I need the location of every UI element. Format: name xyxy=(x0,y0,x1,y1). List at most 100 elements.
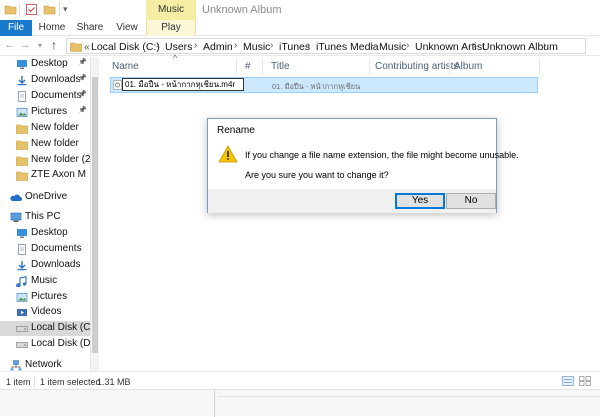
status-bar: 1 item 1 item selected 1.31 MB xyxy=(0,371,600,389)
sidebar-item-label: New folder (2) xyxy=(31,154,94,165)
sidebar-scrollbar[interactable] xyxy=(90,57,99,371)
breadcrumb-separator[interactable]: › xyxy=(370,40,373,51)
breadcrumb-separator[interactable]: › xyxy=(194,40,197,51)
sidebar-item-label: Local Disk (D:) xyxy=(31,338,97,349)
column-divider[interactable] xyxy=(262,59,263,74)
sidebar-item-label: Local Disk (C:) xyxy=(31,322,97,333)
large-icons-view-icon[interactable] xyxy=(579,376,591,389)
selection-size: 1.31 MB xyxy=(97,377,131,387)
column-header-number[interactable]: # xyxy=(245,61,251,72)
network-icon xyxy=(10,360,22,371)
tab-play[interactable]: Play xyxy=(146,20,196,36)
sidebar-item[interactable]: Pictures 📌 xyxy=(0,105,90,120)
breadcrumb-separator[interactable]: › xyxy=(473,40,476,51)
breadcrumb-separator[interactable]: › xyxy=(234,40,237,51)
sidebar-item-label: Desktop xyxy=(31,227,68,238)
documents-icon xyxy=(16,244,28,255)
column-header-title[interactable]: Title xyxy=(271,61,290,72)
background-window xyxy=(0,389,600,417)
column-divider[interactable] xyxy=(539,59,540,74)
properties-icon[interactable] xyxy=(25,3,38,16)
sidebar-item[interactable]: This PC xyxy=(0,210,90,225)
back-icon[interactable]: ← xyxy=(4,39,16,52)
tab-file[interactable]: File xyxy=(0,20,32,36)
breadcrumb-item[interactable]: Admin xyxy=(203,41,233,53)
breadcrumb-separator[interactable]: › xyxy=(270,40,273,51)
scrollbar-thumb[interactable] xyxy=(92,77,98,353)
downloads-icon xyxy=(16,75,28,86)
breadcrumb-item[interactable]: Music xyxy=(379,41,406,53)
column-header-contributing-artists[interactable]: Contributing artists xyxy=(375,61,458,72)
sidebar-item[interactable]: OneDrive xyxy=(0,190,90,205)
sidebar-item-label: New folder xyxy=(31,122,79,133)
pin-icon: 📌 xyxy=(78,91,87,98)
breadcrumb-overflow[interactable]: « xyxy=(84,41,90,53)
music-tools-context-tab: Music Tools xyxy=(146,0,196,35)
file-title: 01. มือปืน - หน้ากากหุเชียน xyxy=(272,82,361,91)
navigation-pane: Desktop 📌 Downloads 📌 Documents 📌 Pictures 📌 New… xyxy=(0,57,97,371)
breadcrumb-item[interactable]: iTunes xyxy=(279,41,310,53)
sidebar-item[interactable]: ZTE Axon M xyxy=(0,168,90,183)
forward-icon[interactable]: → xyxy=(19,39,31,52)
tab-share[interactable]: Share xyxy=(72,20,108,36)
column-header-album[interactable]: Album xyxy=(454,61,482,72)
dialog-question: Are you sure you want to change it? xyxy=(245,170,389,180)
column-divider[interactable] xyxy=(369,59,370,74)
sidebar-item[interactable]: New folder xyxy=(0,137,90,152)
folder-icon xyxy=(16,155,28,166)
details-view-icon[interactable] xyxy=(562,376,574,389)
breadcrumb-separator[interactable]: › xyxy=(543,40,546,51)
folder-icon xyxy=(16,123,28,134)
ribbon-tabs: File Home Share View Play xyxy=(0,20,600,36)
address-bar[interactable]: « Local Disk (C:) › Users › Admin › Musi… xyxy=(66,38,586,54)
sidebar-item-label: Downloads xyxy=(31,259,81,270)
breadcrumb-item[interactable]: Unknown Album xyxy=(482,41,558,53)
new-folder-icon[interactable] xyxy=(43,3,56,16)
desktop-icon xyxy=(16,59,28,70)
sidebar-item-label: ZTE Axon M xyxy=(31,169,87,180)
customize-quick-access-icon[interactable]: ▾ xyxy=(63,3,76,16)
sidebar-item-label: Pictures xyxy=(31,106,68,117)
sidebar-item[interactable]: Pictures xyxy=(0,290,90,305)
up-icon[interactable]: ↑ xyxy=(48,39,60,52)
selection-count: 1 item selected xyxy=(40,377,101,387)
yes-button[interactable]: Yes xyxy=(395,193,445,209)
sidebar-item[interactable]: Local Disk (D:) xyxy=(0,337,97,352)
sidebar-item[interactable]: Videos xyxy=(0,305,90,320)
sidebar-item[interactable]: Desktop xyxy=(0,226,90,241)
sidebar-item-label: Desktop xyxy=(31,58,68,69)
tab-view[interactable]: View xyxy=(110,20,144,36)
sidebar-item[interactable]: Documents xyxy=(0,242,90,257)
sidebar-item[interactable]: Music xyxy=(0,274,90,289)
folder-icon xyxy=(16,170,28,181)
sidebar-item[interactable]: Downloads 📌 xyxy=(0,73,90,88)
this-pc-icon xyxy=(10,212,22,223)
sidebar-item[interactable]: Downloads xyxy=(0,258,90,273)
breadcrumb-separator[interactable]: › xyxy=(307,40,310,51)
sidebar-item[interactable]: Documents 📌 xyxy=(0,89,90,104)
pin-icon: 📌 xyxy=(78,59,87,66)
rename-input[interactable] xyxy=(122,78,244,91)
column-header-name[interactable]: Name xyxy=(112,61,139,72)
breadcrumb-item[interactable]: Music xyxy=(243,41,270,53)
tab-home[interactable]: Home xyxy=(34,20,70,36)
music-icon xyxy=(16,276,28,288)
sidebar-item[interactable]: New folder (2) xyxy=(0,153,94,168)
file-list: ^ Name # Title Contributing artists Albu… xyxy=(99,53,600,371)
breadcrumb-item[interactable]: Local Disk (C:) xyxy=(91,41,160,53)
dialog-footer: Yes No xyxy=(208,189,496,213)
breadcrumb-separator[interactable]: › xyxy=(406,40,409,51)
recent-locations-icon[interactable]: ▾ xyxy=(34,39,46,52)
no-button[interactable]: No xyxy=(446,193,496,209)
sidebar-item[interactable]: New folder xyxy=(0,121,90,136)
sidebar-item[interactable]: Desktop 📌 xyxy=(0,57,90,72)
sidebar-item-label: New folder xyxy=(31,138,79,149)
pin-icon: 📌 xyxy=(78,75,87,82)
column-divider[interactable] xyxy=(449,59,450,74)
drive-icon xyxy=(16,339,28,350)
sidebar-item-label: Videos xyxy=(31,306,62,317)
sidebar-item[interactable]: Local Disk (C:) xyxy=(0,321,97,336)
breadcrumb-separator[interactable]: › xyxy=(156,40,159,51)
breadcrumb-item[interactable]: Users xyxy=(165,41,192,53)
column-divider[interactable] xyxy=(236,59,237,74)
